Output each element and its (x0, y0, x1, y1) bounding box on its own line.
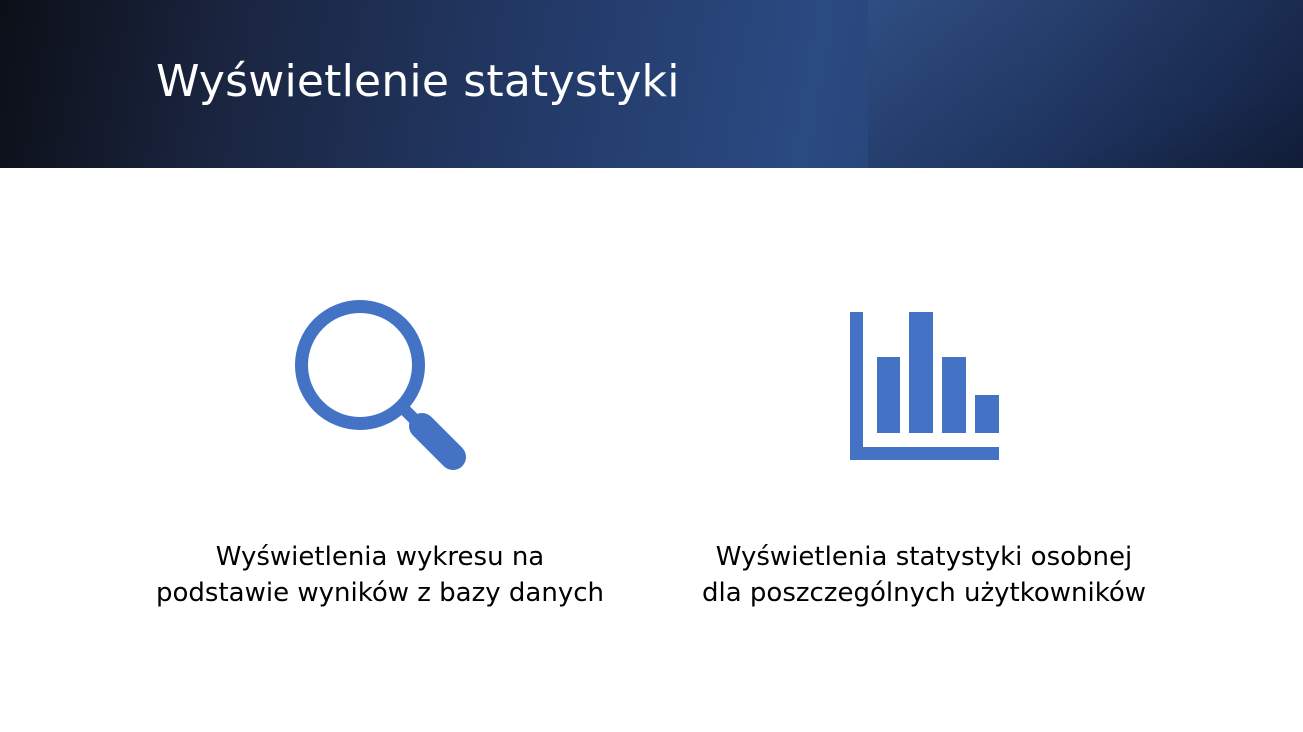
chart-axis-vertical (850, 312, 863, 460)
feature-caption-per-user-statistics: Wyświetlenia statystyki osobnej dla posz… (644, 539, 1204, 611)
chart-bar-1 (877, 357, 900, 433)
banner-panel (868, 0, 1303, 168)
magnifier-handle (409, 413, 466, 470)
chart-axis-horizontal (850, 447, 999, 460)
chart-bar-3 (942, 357, 966, 433)
chart-bar-4 (975, 395, 999, 433)
magnifying-glass-icon (295, 300, 466, 470)
chart-bar-2 (909, 312, 933, 433)
bar-chart-icon (850, 312, 999, 460)
caption-line: podstawie wyników z bazy danych (156, 578, 604, 608)
slide-title: Wyświetlenie statystyki (156, 56, 680, 107)
title-banner: Wyświetlenie statystyki (0, 0, 1303, 168)
caption-line: Wyświetlenia statystyki osobnej (715, 542, 1133, 572)
slide: Wyświetlenie statystyki Wyświetlenia wyk… (0, 0, 1303, 732)
feature-caption-chart-from-database: Wyświetlenia wykresu na podstawie wynikó… (100, 539, 660, 611)
caption-line: dla poszczególnych użytkowników (701, 578, 1147, 608)
caption-line: Wyświetlenia wykresu na (215, 542, 545, 572)
